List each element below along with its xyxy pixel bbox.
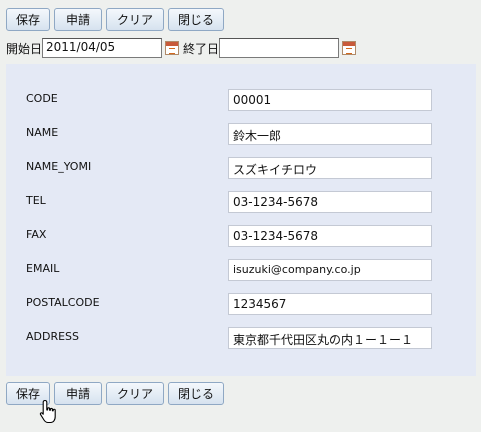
form-row-fax: FAX 03-1234-5678 [6, 225, 476, 247]
form-row-name-yomi: NAME_YOMI スズキイチロウ [6, 157, 476, 179]
start-date-label: 開始日 [6, 41, 43, 56]
name-field[interactable]: 鈴木一郎 [228, 123, 432, 145]
record-form-panel: CODE 00001 NAME 鈴木一郎 NAME_YOMI スズキイチロウ T… [6, 64, 476, 376]
calendar-icon[interactable] [165, 41, 180, 55]
date-range-row: 開始日 2011/04/05 終了日 [6, 37, 360, 59]
tel-label: TEL [26, 194, 46, 207]
end-date-label: 終了日 [183, 41, 220, 56]
save-button[interactable]: 保存 [6, 8, 50, 31]
top-toolbar: 保存 申請 クリア 閉じる [6, 8, 224, 31]
close-button[interactable]: 閉じる [168, 382, 224, 405]
name-yomi-label: NAME_YOMI [26, 160, 92, 173]
code-field[interactable]: 00001 [228, 89, 432, 111]
name-label: NAME [26, 126, 59, 139]
fax-field[interactable]: 03-1234-5678 [228, 225, 432, 247]
close-button[interactable]: 閉じる [168, 8, 224, 31]
code-label: CODE [26, 92, 58, 105]
hand-pointer-icon [39, 399, 56, 424]
postalcode-field[interactable]: 1234567 [228, 293, 432, 315]
apply-button[interactable]: 申請 [54, 8, 102, 31]
form-row-address: ADDRESS 東京都千代田区丸の内１ー１ー１ [6, 327, 476, 349]
form-row-postalcode: POSTALCODE 1234567 [6, 293, 476, 315]
apply-button[interactable]: 申請 [54, 382, 102, 405]
address-field[interactable]: 東京都千代田区丸の内１ー１ー１ [228, 327, 432, 349]
calendar-icon[interactable] [342, 41, 357, 55]
address-label: ADDRESS [26, 330, 80, 343]
email-label: EMAIL [26, 262, 60, 275]
fax-label: FAX [26, 228, 47, 241]
email-field[interactable]: isuzuki@company.co.jp [228, 259, 432, 281]
form-row-email: EMAIL isuzuki@company.co.jp [6, 259, 476, 281]
tel-field[interactable]: 03-1234-5678 [228, 191, 432, 213]
start-date-field[interactable]: 2011/04/05 [42, 38, 163, 58]
form-row-code: CODE 00001 [6, 89, 476, 111]
clear-button[interactable]: クリア [106, 382, 164, 405]
form-row-name: NAME 鈴木一郎 [6, 123, 476, 145]
end-date-field[interactable] [219, 38, 340, 58]
name-yomi-field[interactable]: スズキイチロウ [228, 157, 432, 179]
postalcode-label: POSTALCODE [26, 296, 100, 309]
clear-button[interactable]: クリア [106, 8, 164, 31]
form-row-tel: TEL 03-1234-5678 [6, 191, 476, 213]
